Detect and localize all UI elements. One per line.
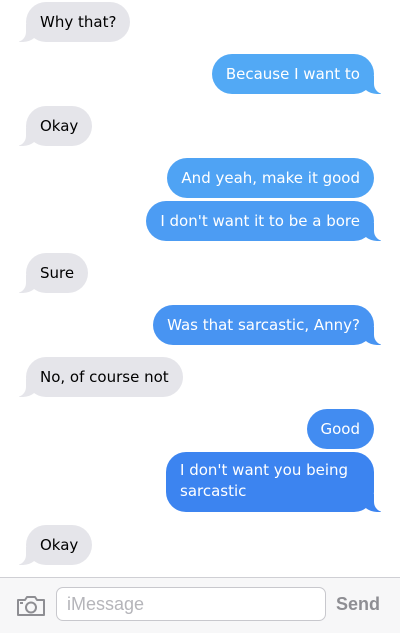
- message-text: Sure: [40, 263, 75, 282]
- sent-message: Good: [306, 409, 374, 449]
- message-text: Was that sarcastic, Anny?: [167, 315, 360, 334]
- message-text: Because I want to: [225, 64, 360, 83]
- message-text: No, of course not: [40, 367, 169, 386]
- send-button[interactable]: Send: [336, 594, 380, 615]
- camera-icon[interactable]: [16, 595, 46, 617]
- message-text: I don't want you being sarcastic: [180, 461, 349, 500]
- sent-message: Because I want to: [211, 54, 400, 94]
- received-message: Why that?: [0, 2, 131, 42]
- received-message: Okay: [0, 525, 93, 565]
- message-text: I don't want it to be a bore: [160, 211, 360, 230]
- message-composer: Send: [0, 577, 400, 633]
- received-message: Okay: [0, 106, 93, 146]
- message-text: Okay: [40, 535, 79, 554]
- message-text: Good: [320, 419, 361, 438]
- sent-message: I don't want it to be a bore: [146, 201, 400, 241]
- message-text: Okay: [40, 116, 79, 135]
- received-message: Sure: [0, 253, 89, 293]
- sent-message: I don't want you being sarcastic: [166, 452, 400, 512]
- message-text: And yeah, make it good: [181, 168, 360, 187]
- messages-screen: Why that? Because I want to Okay And yea…: [0, 0, 400, 633]
- sent-message: And yeah, make it good: [167, 158, 374, 198]
- sent-message: Was that sarcastic, Anny?: [153, 305, 400, 345]
- received-message: No, of course not: [0, 357, 183, 397]
- message-text: Why that?: [40, 12, 117, 31]
- message-input[interactable]: [56, 587, 326, 621]
